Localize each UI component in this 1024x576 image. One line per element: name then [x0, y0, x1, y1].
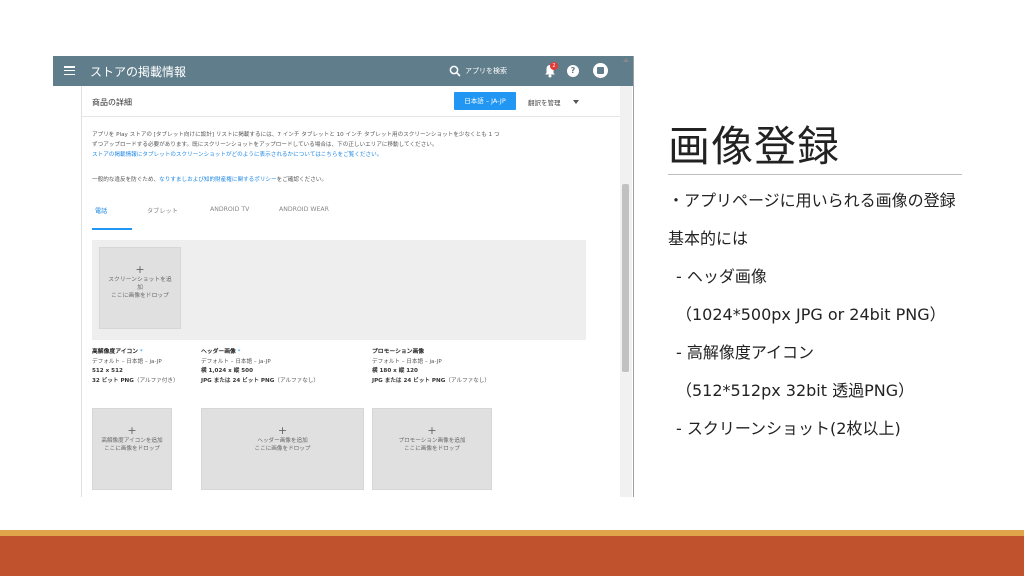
required-marker: * — [237, 349, 241, 355]
plus-icon: + — [135, 263, 145, 276]
footer-bar — [0, 536, 1024, 576]
dropzone-label: 加 — [137, 285, 143, 291]
bullet-line: ・アプリページに用いられる画像の登録 — [668, 191, 956, 210]
asset-title: 高解像度アイコン — [92, 349, 139, 355]
asset-format-note: （アルファなし） — [445, 377, 490, 384]
plus-icon: + — [127, 424, 137, 437]
dropzone-hint: ここに画像をドロップ — [254, 446, 311, 452]
divider — [82, 116, 622, 117]
hi-res-icon-requirements: 高解像度アイコン * デフォルト – 日本語 – ja-JP 512 x 512… — [92, 348, 179, 386]
active-tab-indicator — [92, 228, 132, 230]
slide-bullets: ・アプリページに用いられる画像の登録 基本的には - ヘッダ画像 （1024*5… — [668, 190, 968, 439]
search-icon[interactable] — [449, 65, 461, 77]
screenshot-upload-area: + スクリーンショットを追 加 ここに画像をドロップ — [92, 240, 586, 340]
add-hi-res-icon-dropzone[interactable]: + 高解像度アイコンを追加 ここに画像をドロップ — [92, 408, 172, 490]
scrollbar-thumb[interactable] — [622, 184, 629, 372]
bullet-line: - スクリーンショット(2枚以上) — [676, 419, 901, 438]
manage-translations-button[interactable]: 翻訳を管理 — [528, 97, 561, 107]
policy-notice: 一般的な違反を防ぐため、なりすましおよび知的財産権に関するポリシーをご確認くださ… — [92, 175, 327, 183]
bullet-line: （512*512px 32bit 透過PNG） — [676, 381, 915, 400]
asset-size: 横 1,024 x 縦 500 — [201, 368, 253, 374]
required-marker: * — [139, 349, 143, 355]
promo-image-requirements: プロモーション画像 デフォルト – 日本語 – ja-JP 横 180 x 縦 … — [372, 348, 490, 386]
asset-title: プロモーション画像 — [372, 349, 425, 355]
slide-title: 画像登録 — [668, 122, 841, 171]
tab-phone[interactable]: 電話 — [95, 206, 107, 215]
tab-android-tv[interactable]: ANDROID TV — [210, 206, 249, 213]
hamburger-menu-icon[interactable] — [64, 66, 75, 76]
page-scrollbar[interactable] — [620, 86, 632, 497]
product-details-panel: 商品の詳細 日本語 – JA-JP 翻訳を管理 アプリを Play ストアの [… — [81, 86, 623, 497]
asset-language: デフォルト – 日本語 – ja-JP — [92, 358, 162, 365]
header-image-requirements: ヘッダー画像 * デフォルト – 日本語 – ja-JP 横 1,024 x 縦… — [201, 348, 319, 386]
page-heading: 商品の詳細 — [92, 98, 132, 107]
account-avatar[interactable] — [593, 63, 608, 78]
plus-icon: + — [427, 424, 437, 437]
app-topbar: ストアの掲載情報 アプリを検索 2 ? — [53, 56, 633, 86]
asset-format: JPG または 24 ビット PNG — [372, 377, 446, 384]
store-listing-screenshot: ストアの掲載情報 アプリを検索 2 ? 商品の詳細 日本語 – JA-JP 翻訳… — [53, 56, 634, 497]
dropzone-label: プロモーション画像を追加 — [398, 438, 466, 444]
bullet-line: - 高解像度アイコン — [676, 343, 815, 362]
language-button[interactable]: 日本語 – JA-JP — [454, 92, 516, 110]
policy-prefix: 一般的な違反を防ぐため、 — [92, 177, 160, 183]
notification-count-badge: 2 — [550, 62, 558, 70]
dropzone-hint: ここに画像をドロップ — [104, 446, 160, 452]
tablet-screenshot-description: アプリを Play ストアの [タブレット向けに設計] リストに掲載するには、7… — [92, 130, 612, 160]
asset-format: JPG または 24 ビット PNG — [201, 377, 275, 384]
dropzone-hint: ここに画像をドロップ — [111, 293, 169, 299]
tab-android-wear[interactable]: ANDROID WEAR — [279, 206, 329, 213]
asset-title: ヘッダー画像 — [201, 349, 236, 355]
app-title: ストアの掲載情報 — [90, 65, 187, 79]
description-line: アプリを Play ストアの [タブレット向けに設計] リストに掲載するには、7… — [92, 132, 500, 138]
asset-language: デフォルト – 日本語 – ja-JP — [201, 358, 271, 365]
asset-format-note: （アルファ付き） — [133, 377, 179, 384]
bullet-line: - ヘッダ画像 — [676, 267, 767, 286]
slide: ストアの掲載情報 アプリを検索 2 ? 商品の詳細 日本語 – JA-JP 翻訳… — [0, 0, 1024, 576]
dropzone-hint: ここに画像をドロップ — [404, 446, 460, 452]
policy-suffix: をご確認ください。 — [276, 177, 327, 183]
asset-size: 512 x 512 — [92, 368, 123, 374]
add-screenshot-dropzone[interactable]: + スクリーンショットを追 加 ここに画像をドロップ — [99, 247, 181, 329]
scroll-up-arrow-icon[interactable] — [623, 58, 629, 62]
dropzone-label: 高解像度アイコンを追加 — [101, 438, 163, 444]
search-input[interactable]: アプリを検索 — [465, 66, 507, 76]
device-tabs: 電話 タブレット ANDROID TV ANDROID WEAR — [92, 196, 612, 230]
bullet-line: （1024*500px JPG or 24bit PNG） — [676, 305, 946, 324]
add-header-image-dropzone[interactable]: + ヘッダー画像を追加 ここに画像をドロップ — [201, 408, 364, 490]
tablet-info-link[interactable]: ストアの掲載情報にタブレットのスクリーンショットがどのように表示されるかについて… — [92, 150, 612, 160]
policy-link[interactable]: なりすましおよび知的財産権に関するポリシー — [159, 177, 276, 183]
asset-format: 32 ビット PNG — [92, 377, 134, 384]
dropzone-label: ヘッダー画像を追加 — [257, 438, 308, 444]
dropzone-label: スクリーンショットを追 — [108, 277, 172, 283]
chevron-down-icon[interactable] — [573, 100, 579, 104]
tab-tablet[interactable]: タブレット — [147, 206, 178, 215]
bullet-line: 基本的には — [668, 229, 749, 248]
asset-size: 横 180 x 縦 120 — [372, 368, 418, 374]
asset-format-note: （アルファなし） — [274, 377, 319, 384]
asset-language: デフォルト – 日本語 – ja-JP — [372, 358, 442, 365]
plus-icon: + — [277, 424, 288, 437]
add-promo-image-dropzone[interactable]: + プロモーション画像を追加 ここに画像をドロップ — [372, 408, 492, 490]
title-divider — [668, 174, 962, 175]
help-icon[interactable]: ? — [567, 65, 579, 77]
description-line: ずつアップロードする必要があります。既にスクリーンショットをアップロードしている… — [92, 142, 438, 148]
